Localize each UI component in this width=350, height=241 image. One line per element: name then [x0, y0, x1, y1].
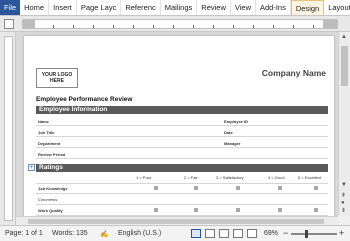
vertical-ruler[interactable] [4, 36, 13, 221]
field-name-label: Name [38, 119, 49, 124]
rating-row[interactable]: Job Knowledge [36, 183, 328, 194]
rating-checkbox[interactable] [194, 186, 198, 190]
field-manager-label: Manager [224, 141, 241, 146]
rating-scale-3: 3 = Satisfactory [216, 175, 244, 180]
document-title[interactable]: Employee Performance Review [36, 96, 132, 103]
horizontal-ruler-bar [0, 16, 350, 32]
language-indicator[interactable]: English (U.S.) [118, 230, 161, 237]
field-date-label: Date [224, 130, 233, 135]
page-count[interactable]: Page: 1 of 1 [5, 230, 43, 237]
rating-checkbox[interactable] [314, 186, 318, 190]
field-employee-id-label: Employee ID [224, 119, 249, 124]
tab-view[interactable]: View [231, 0, 256, 15]
section-employee-info: Employee Information [36, 106, 328, 114]
rating-checkbox[interactable] [278, 186, 282, 190]
tab-add-ins[interactable]: Add-Ins [256, 0, 291, 15]
rating-checkbox[interactable] [278, 208, 282, 212]
tab-file[interactable]: File [0, 0, 21, 15]
rating-work-quality-label: Work Quality [38, 208, 63, 213]
rating-row[interactable]: Work Quality [36, 205, 328, 216]
document-page[interactable]: YOUR LOGO HERE Company Name Employee Per… [24, 36, 334, 216]
rating-checkbox[interactable] [194, 208, 198, 212]
field-row[interactable]: Department Manager [36, 137, 328, 148]
status-bar: Page: 1 of 1 Words: 135 ✍ English (U.S.)… [0, 225, 350, 241]
horizontal-ruler[interactable] [22, 19, 338, 29]
horizontal-scroll-thumb[interactable] [28, 219, 324, 224]
tab-insert[interactable]: Insert [49, 0, 77, 15]
next-page-icon[interactable]: ⇟ [341, 207, 346, 214]
print-layout-view-icon[interactable] [191, 229, 201, 238]
tab-home[interactable]: Home [20, 0, 50, 15]
ribbon-tabs: File Home Insert Page Layc Referenc Mail… [0, 0, 350, 16]
field-job-title-label: Job Title [38, 130, 55, 135]
word-count[interactable]: Words: 135 [52, 230, 88, 237]
vertical-scrollbar[interactable]: ▲ ▼ ⇞ ● ⇟ [338, 32, 350, 216]
document-canvas: YOUR LOGO HERE Company Name Employee Per… [16, 32, 338, 216]
tab-mailings[interactable]: Mailings [161, 0, 198, 15]
rating-scale-1: 1 = Poor [136, 175, 152, 180]
field-department-label: Department [38, 141, 61, 146]
table-move-handle-icon[interactable]: + [28, 164, 35, 171]
zoom-in-button[interactable]: + [339, 228, 344, 238]
field-row[interactable]: Review Period [36, 148, 328, 159]
draft-view-icon[interactable] [247, 229, 257, 238]
field-row[interactable]: Job Title Date [36, 126, 328, 137]
zoom-slider-thumb[interactable] [305, 230, 308, 238]
tab-references[interactable]: Referenc [121, 0, 161, 15]
rating-comments-label: Comments [38, 197, 58, 202]
logo-placeholder[interactable]: YOUR LOGO HERE [36, 68, 78, 88]
full-screen-reading-icon[interactable] [205, 229, 215, 238]
field-row[interactable]: Name Employee ID [36, 115, 328, 126]
vertical-scroll-thumb[interactable] [341, 46, 348, 86]
zoom-level[interactable]: 69% [264, 230, 278, 237]
vertical-ruler-bar [0, 32, 16, 225]
proofing-icon[interactable]: ✍ [100, 230, 109, 238]
tab-layout[interactable]: Layout [324, 0, 350, 15]
tab-selector[interactable] [4, 19, 14, 29]
outline-view-icon[interactable] [233, 229, 243, 238]
zoom-out-button[interactable]: − [283, 228, 288, 238]
tab-design[interactable]: Design [290, 0, 325, 15]
rating-job-knowledge-label: Job Knowledge [38, 186, 68, 191]
tab-page-layout[interactable]: Page Layc [77, 0, 122, 15]
tab-review[interactable]: Review [197, 0, 231, 15]
horizontal-scrollbar[interactable] [16, 216, 338, 225]
select-browse-object-icon[interactable]: ● [341, 200, 345, 206]
web-layout-icon[interactable] [219, 229, 229, 238]
rating-checkbox[interactable] [236, 186, 240, 190]
rating-checkbox[interactable] [314, 208, 318, 212]
rating-row[interactable]: Comments [36, 194, 328, 205]
company-name[interactable]: Company Name [262, 68, 326, 78]
field-review-period-label: Review Period [38, 152, 66, 157]
section-ratings: Ratings [36, 164, 328, 172]
rating-scale-2: 2 = Fair [184, 175, 198, 180]
rating-scale-4: 4 = Good [268, 175, 285, 180]
rating-checkbox[interactable] [154, 208, 158, 212]
previous-page-icon[interactable]: ⇞ [341, 192, 346, 199]
scroll-down-icon[interactable]: ▼ [341, 182, 347, 188]
rating-checkbox[interactable] [236, 208, 240, 212]
rating-scale-5: 5 = Excellent [298, 175, 322, 180]
rating-checkbox[interactable] [154, 186, 158, 190]
scroll-up-icon[interactable]: ▲ [341, 34, 347, 40]
zoom-slider[interactable] [291, 233, 337, 235]
